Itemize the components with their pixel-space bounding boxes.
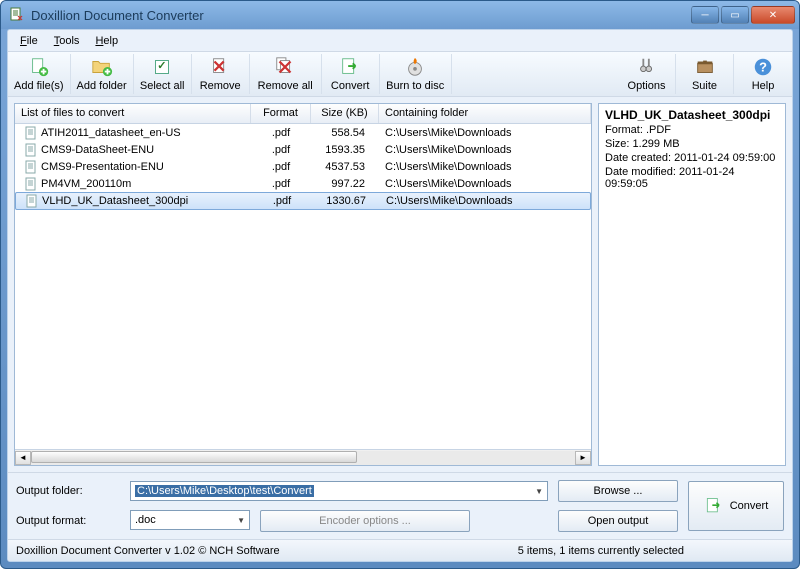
select-all-button[interactable]: Select all bbox=[134, 54, 192, 94]
table-row[interactable]: ATIH2011_datasheet_en-US.pdf558.54C:\Use… bbox=[15, 124, 591, 141]
browse-button[interactable]: Browse ... bbox=[558, 480, 678, 502]
select-all-icon bbox=[151, 56, 173, 78]
column-name[interactable]: List of files to convert bbox=[15, 104, 251, 123]
table-row[interactable]: VLHD_UK_Datasheet_300dpi.pdf1330.67C:\Us… bbox=[15, 192, 591, 210]
file-list[interactable]: List of files to convert Format Size (KB… bbox=[14, 103, 592, 466]
table-row[interactable]: CMS9-DataSheet-ENU.pdf1593.35C:\Users\Mi… bbox=[15, 141, 591, 158]
scroll-thumb[interactable] bbox=[31, 451, 357, 463]
details-title: VLHD_UK_Datasheet_300dpi bbox=[605, 108, 779, 122]
add-folder-button[interactable]: Add folder bbox=[71, 54, 134, 94]
details-created: Date created: 2011-01-24 09:59:00 bbox=[605, 152, 779, 164]
maximize-button[interactable]: ▭ bbox=[721, 6, 749, 24]
file-icon bbox=[25, 143, 37, 157]
open-output-button[interactable]: Open output bbox=[558, 510, 678, 532]
convert-icon bbox=[704, 496, 724, 516]
chevron-down-icon: ▼ bbox=[237, 516, 245, 525]
menu-help[interactable]: Help bbox=[87, 33, 126, 49]
chevron-down-icon: ▼ bbox=[535, 487, 543, 496]
remove-icon bbox=[209, 56, 231, 78]
column-format[interactable]: Format bbox=[251, 104, 311, 123]
remove-all-button[interactable]: Remove all bbox=[250, 54, 322, 94]
add-folder-icon bbox=[91, 56, 113, 78]
toolbar: Add file(s) Add folder Select all Remove… bbox=[8, 52, 792, 97]
table-row[interactable]: PM4VM_200110m.pdf997.22C:\Users\Mike\Dow… bbox=[15, 175, 591, 192]
column-size[interactable]: Size (KB) bbox=[311, 104, 379, 123]
status-left: Doxillion Document Converter v 1.02 © NC… bbox=[16, 545, 280, 557]
convert-button[interactable]: Convert bbox=[322, 54, 380, 94]
add-file-icon bbox=[28, 56, 50, 78]
output-folder-label: Output folder: bbox=[16, 485, 120, 497]
status-bar: Doxillion Document Converter v 1.02 © NC… bbox=[8, 539, 792, 561]
app-icon bbox=[9, 7, 25, 23]
details-modified: Date modified: 2011-01-24 09:59:05 bbox=[605, 166, 779, 190]
output-format-label: Output format: bbox=[16, 515, 120, 527]
details-panel: VLHD_UK_Datasheet_300dpi Format: .PDF Si… bbox=[598, 103, 786, 466]
file-icon bbox=[25, 160, 37, 174]
remove-all-icon bbox=[274, 56, 296, 78]
scroll-right-button[interactable]: ► bbox=[575, 451, 591, 465]
status-right: 5 items, 1 items currently selected bbox=[518, 545, 784, 557]
encoder-options-button[interactable]: Encoder options ... bbox=[260, 510, 470, 532]
table-row[interactable]: CMS9-Presentation-ENU.pdf4537.53C:\Users… bbox=[15, 158, 591, 175]
svg-text:?: ? bbox=[759, 60, 767, 75]
help-icon: ? bbox=[752, 56, 774, 78]
close-button[interactable]: ✕ bbox=[751, 6, 795, 24]
minimize-button[interactable]: ─ bbox=[691, 6, 719, 24]
menu-bar: File Tools Help bbox=[8, 30, 792, 52]
suite-button[interactable]: Suite bbox=[676, 54, 734, 94]
file-icon bbox=[25, 126, 37, 140]
title-bar[interactable]: Doxillion Document Converter ─ ▭ ✕ bbox=[1, 1, 799, 29]
menu-file[interactable]: File bbox=[12, 33, 46, 49]
help-button[interactable]: ? Help bbox=[734, 54, 792, 94]
list-header[interactable]: List of files to convert Format Size (KB… bbox=[15, 104, 591, 124]
output-format-combo[interactable]: .doc ▼ bbox=[130, 510, 250, 530]
options-button[interactable]: Options bbox=[618, 54, 676, 94]
details-size: Size: 1.299 MB bbox=[605, 138, 779, 150]
options-icon bbox=[636, 56, 658, 78]
remove-button[interactable]: Remove bbox=[192, 54, 250, 94]
file-icon bbox=[26, 194, 38, 208]
add-files-button[interactable]: Add file(s) bbox=[8, 54, 71, 94]
window-title: Doxillion Document Converter bbox=[31, 8, 691, 23]
menu-tools[interactable]: Tools bbox=[46, 33, 88, 49]
file-icon bbox=[25, 177, 37, 191]
scroll-left-button[interactable]: ◄ bbox=[15, 451, 31, 465]
output-area: Output folder: C:\Users\Mike\Desktop\tes… bbox=[8, 472, 792, 539]
burn-button[interactable]: Burn to disc bbox=[380, 54, 452, 94]
column-folder[interactable]: Containing folder bbox=[379, 104, 591, 123]
suite-icon bbox=[694, 56, 716, 78]
burn-icon bbox=[404, 56, 426, 78]
details-format: Format: .PDF bbox=[605, 124, 779, 136]
app-window: Doxillion Document Converter ─ ▭ ✕ File … bbox=[0, 0, 800, 569]
convert-icon bbox=[339, 56, 361, 78]
convert-main-button[interactable]: Convert bbox=[688, 481, 784, 531]
output-folder-combo[interactable]: C:\Users\Mike\Desktop\test\Convert ▼ bbox=[130, 481, 548, 501]
horizontal-scrollbar[interactable]: ◄ ► bbox=[15, 449, 591, 465]
